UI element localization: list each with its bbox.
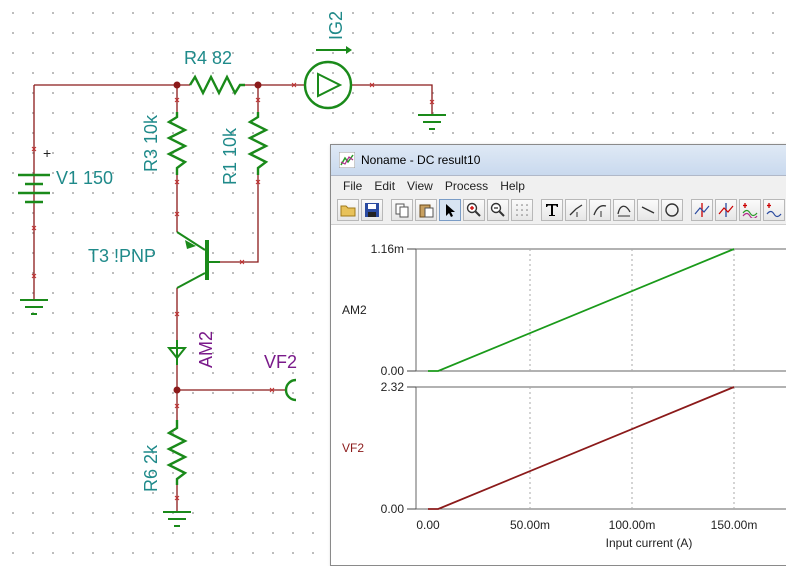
ellipse-icon[interactable] [661,199,683,221]
window-title: Noname - DC result10 [361,153,481,167]
resistor-r1[interactable] [247,112,269,175]
ground-symbol [20,299,48,315]
vf2-plot-frame [415,386,786,510]
line-icon[interactable] [637,199,659,221]
text-icon[interactable] [541,199,563,221]
junction-dot [254,81,262,89]
ground-symbol [163,511,191,527]
x-axis-label: Input current (A) [606,536,693,550]
x-tick-label: 0.00 [416,518,440,532]
t3-label: T3 !PNP [88,246,156,266]
voltmeter-vf2[interactable] [284,378,297,402]
resistor-r6[interactable] [166,420,188,485]
menu-file[interactable]: File [337,179,368,193]
x-tick-label: 50.00m [510,518,550,532]
dc-result-window[interactable]: Noname - DC result10 File Edit View Proc… [330,144,786,566]
pointer-icon[interactable] [439,199,461,221]
r4-label: R4 82 [184,48,232,68]
waveform-icon[interactable] [739,199,761,221]
v1-label: V1 150 [56,168,113,188]
ammeter-am2[interactable] [166,340,188,365]
chart-am2: 1.16m 0.00 AM2 [342,242,786,378]
resistor-r4[interactable] [188,74,245,96]
bezier-icon[interactable] [613,199,635,221]
menu-help[interactable]: Help [494,179,531,193]
junction-dot [173,81,181,89]
x-tick-label: 150.00m [711,518,758,532]
toolbar [331,196,786,225]
marker-icon[interactable] [565,199,587,221]
junction-dot [173,386,181,394]
transistor-t3[interactable] [176,231,220,289]
r3-label: R3 10k [141,114,161,172]
menu-bar: File Edit View Process Help [331,176,786,196]
app-icon [339,152,355,168]
ig2-label: IG2 [326,11,346,40]
zoom-in-icon[interactable] [463,199,485,221]
menu-view[interactable]: View [401,179,439,193]
menu-process[interactable]: Process [439,179,494,193]
copy-icon[interactable] [391,199,413,221]
am2-label: AM2 [196,331,216,368]
save-icon[interactable] [361,199,383,221]
ground-symbol [418,114,446,130]
x-tick-label: 100.00m [609,518,656,532]
am2-axis-name: AM2 [342,303,367,317]
cursor-a-icon[interactable] [691,199,713,221]
am2-plot-frame [415,248,786,372]
am2-ymin-tick: 0.00 [381,364,405,378]
vf2-ymin-tick: 0.00 [381,502,405,516]
open-folder-icon[interactable] [337,199,359,221]
curve-marker-icon[interactable] [589,199,611,221]
zoom-100-icon[interactable] [487,199,509,221]
vf2-axis-name: VF2 [342,441,364,455]
plot-area[interactable]: 1.16m 0.00 AM2 2.32 0.00 VF2 0.00 50.00m [331,225,786,565]
grid-icon[interactable] [511,199,533,221]
resistor-r3[interactable] [166,112,188,175]
r6-label: R6 2k [141,444,161,492]
v1-plus-sign: + [43,145,51,161]
r1-label: R1 10k [220,127,240,185]
vf2-label: VF2 [264,352,297,372]
current-source-ig2[interactable] [303,46,353,110]
waveform-2-icon[interactable] [763,199,785,221]
paste-icon[interactable] [415,199,437,221]
title-bar[interactable]: Noname - DC result10 [331,145,786,176]
menu-edit[interactable]: Edit [368,179,401,193]
am2-ymax-tick: 1.16m [371,242,404,256]
chart-vf2: 2.32 0.00 VF2 0.00 50.00m 100.00m 150.00… [342,380,786,550]
cursor-b-icon[interactable] [715,199,737,221]
vf2-ymax-tick: 2.32 [381,380,405,394]
